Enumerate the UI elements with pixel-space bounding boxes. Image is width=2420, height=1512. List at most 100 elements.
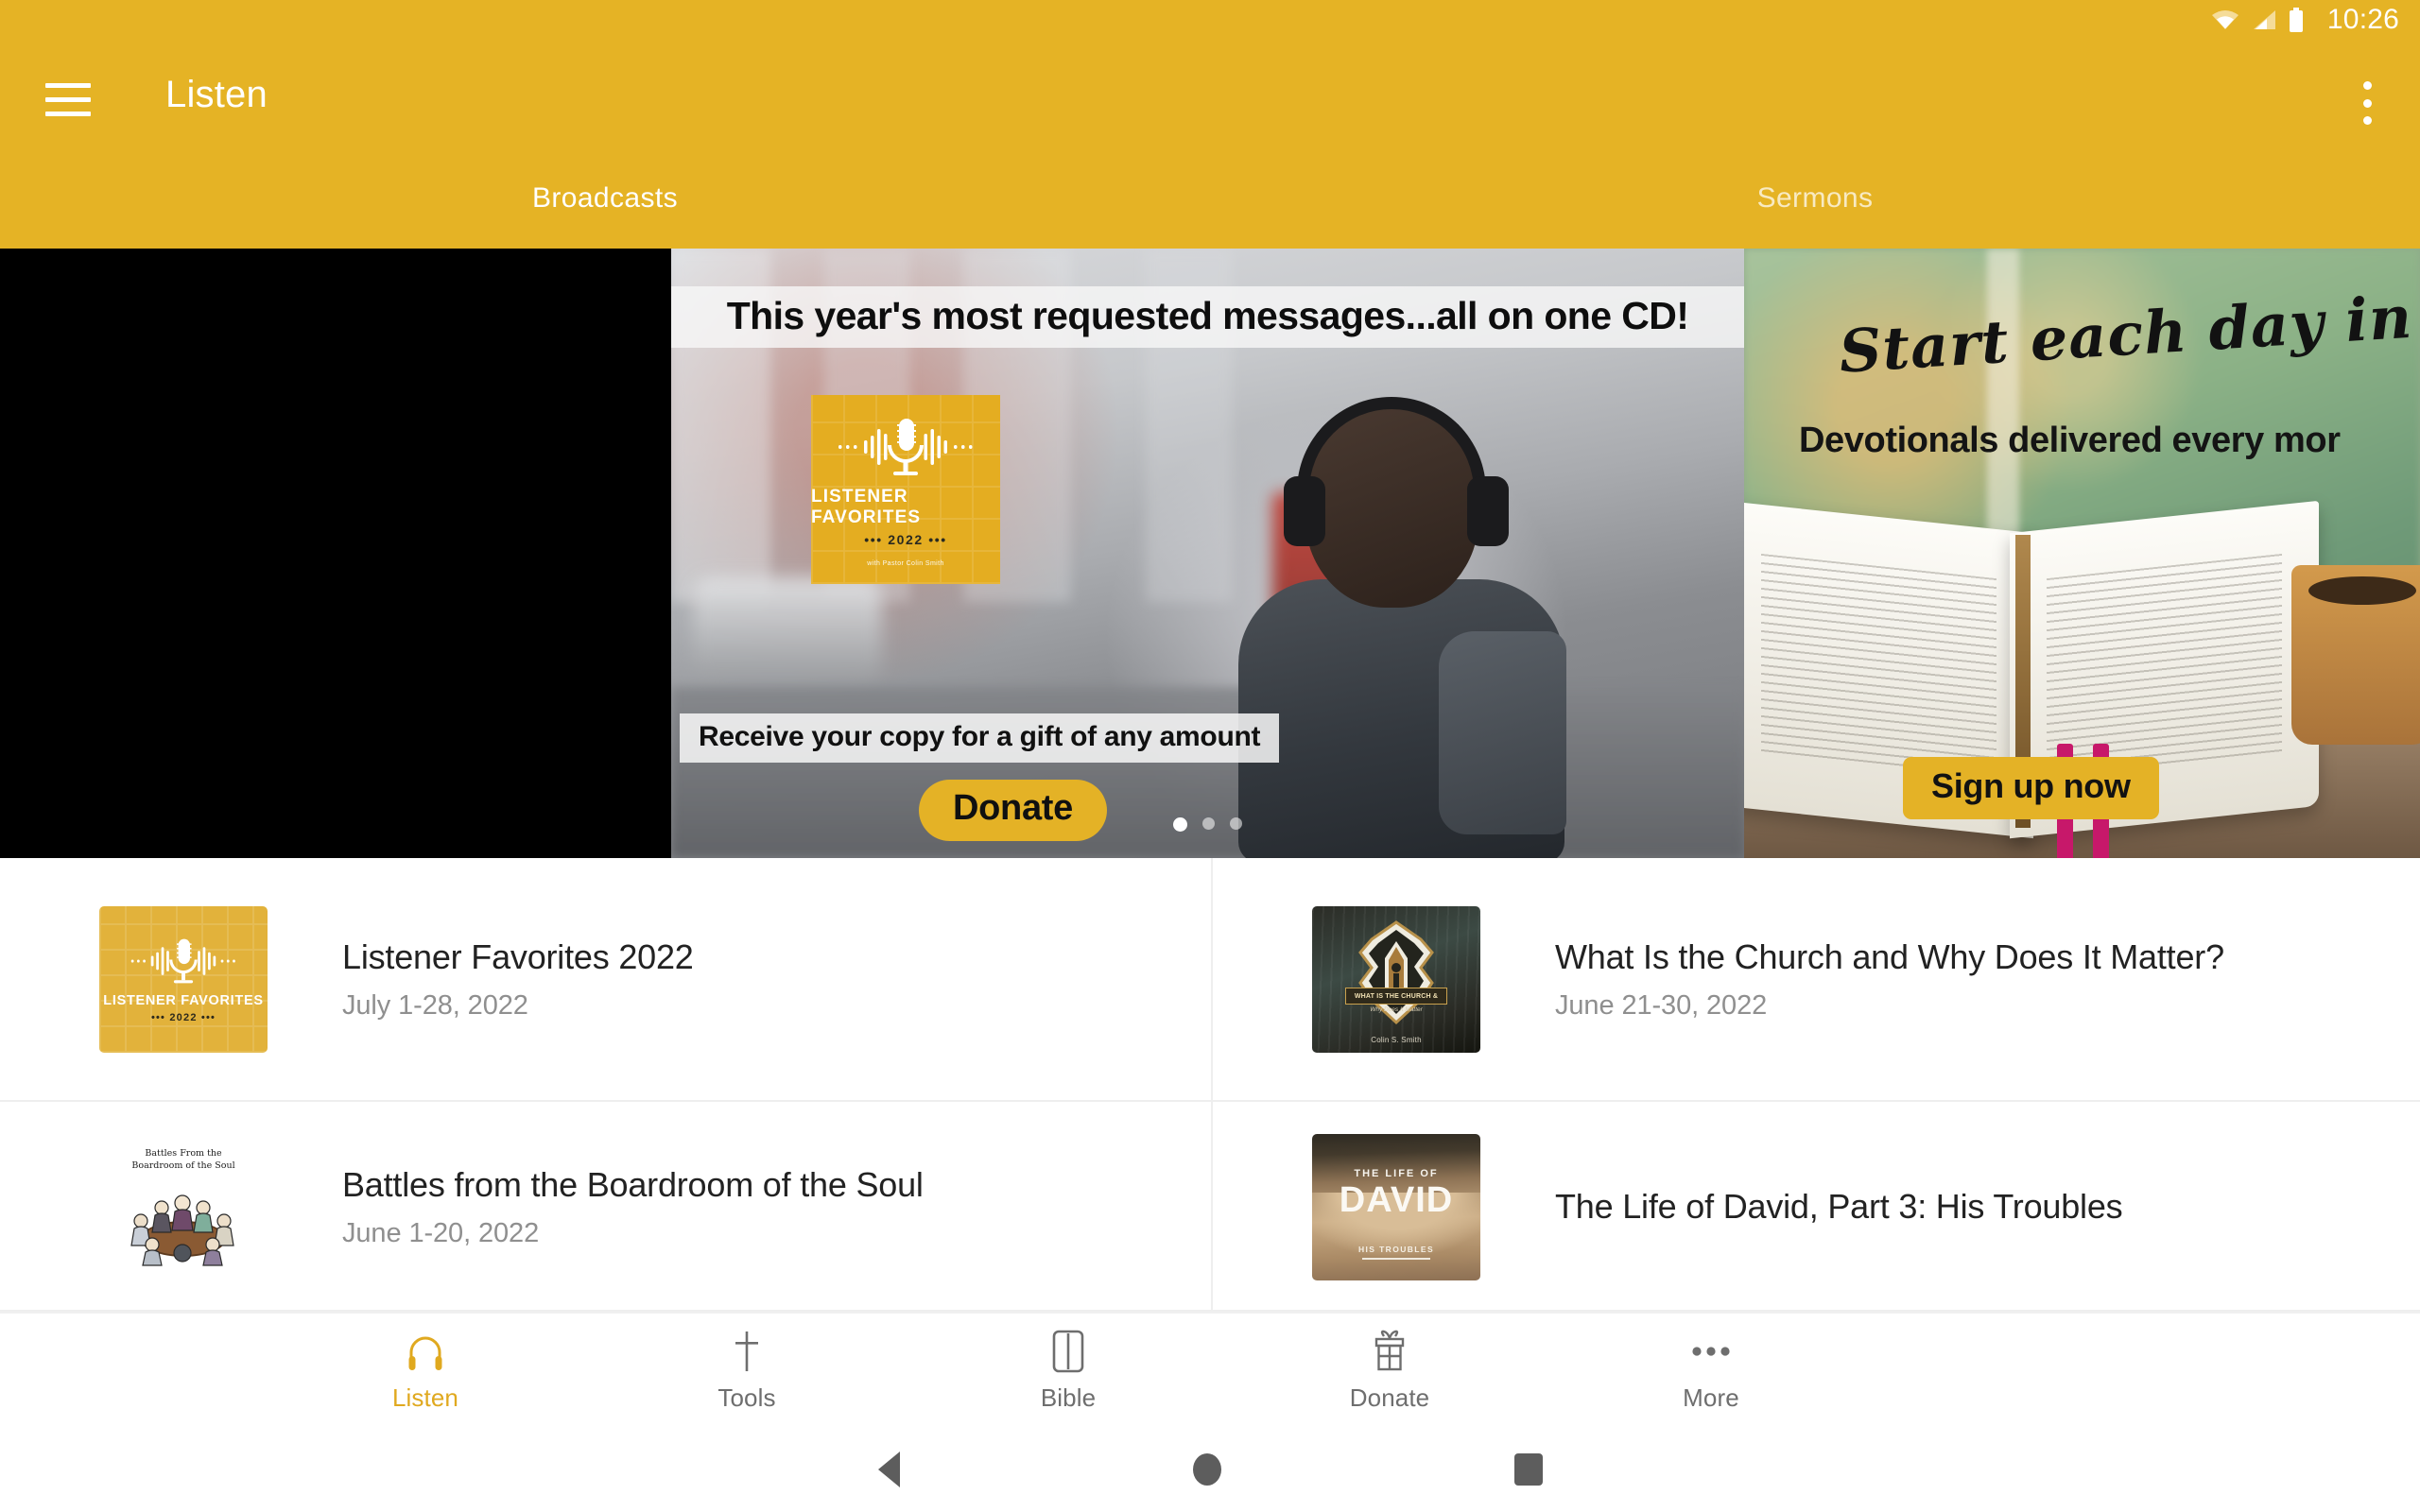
list-item-date: July 1-28, 2022 bbox=[342, 989, 528, 1021]
nav-label-donate: Donate bbox=[1349, 1383, 1430, 1412]
tab-sermons[interactable]: Sermons bbox=[1210, 154, 2420, 249]
coffee-mug bbox=[2291, 565, 2420, 746]
more-vertical-icon[interactable] bbox=[2350, 81, 2384, 125]
thumbnail-caption-line2: Boardroom of the Soul bbox=[131, 1160, 235, 1172]
thumbnail-art: THE LIFE OF DAVID HIS TROUBLES bbox=[1312, 1133, 1480, 1280]
ellipsis-icon bbox=[1690, 1329, 1732, 1374]
list-item[interactable]: Battles From the Boardroom of the Soul B… bbox=[0, 1102, 1211, 1312]
signup-button[interactable]: Sign up now bbox=[1903, 757, 2159, 819]
nav-item-donate[interactable]: Donate bbox=[1229, 1329, 1550, 1413]
nav-label-listen: Listen bbox=[392, 1383, 458, 1412]
list-item[interactable]: LISTENER FAVORITES ••• 2022 ••• Listener… bbox=[0, 858, 1211, 1100]
status-icons: 10:26 bbox=[2211, 4, 2399, 36]
nav-label-bible: Bible bbox=[1040, 1383, 1097, 1412]
battery-icon bbox=[2289, 8, 2304, 32]
gift-icon bbox=[1372, 1329, 1408, 1374]
hamburger-bar bbox=[45, 112, 91, 116]
thumbnail-author: Colin S. Smith bbox=[1371, 1035, 1422, 1044]
thumbnail-title: DAVID bbox=[1339, 1179, 1454, 1220]
hamburger-bar bbox=[45, 83, 91, 88]
app-root: 10:26 Listen Broadcasts Sermons LISTENER… bbox=[0, 0, 2420, 1512]
listener-favorites-thumbnail: LISTENER FAVORITES ••• 2022 ••• bbox=[45, 905, 321, 1053]
man-backpack bbox=[1439, 630, 1567, 834]
list-item-text: Listener Favorites 2022 July 1-28, 2022 bbox=[342, 937, 694, 1022]
thumbnail-year: ••• 2022 ••• bbox=[150, 1012, 216, 1023]
listener-favorites-cd-art: LISTENER FAVORITES ••• 2022 ••• with Pas… bbox=[811, 395, 1000, 584]
list-item-title: Battles from the Boardroom of the Soul bbox=[342, 1164, 924, 1204]
list-item[interactable]: THE LIFE OF DAVID HIS TROUBLES The Life … bbox=[1213, 1102, 2420, 1312]
cd-art-title: LISTENER FAVORITES bbox=[811, 486, 922, 527]
overflow-dot bbox=[2362, 98, 2372, 108]
nav-item-listen[interactable]: Listen bbox=[265, 1329, 586, 1413]
broadcast-list: LISTENER FAVORITES ••• 2022 ••• Listener… bbox=[0, 858, 2420, 1312]
nav-item-tools[interactable]: Tools bbox=[586, 1329, 908, 1413]
thumbnail-art: Battles From the Boardroom of the Soul bbox=[99, 1133, 268, 1280]
carousel-dot-2[interactable] bbox=[1202, 817, 1215, 830]
microphone-waveform-icon bbox=[128, 935, 239, 988]
tab-broadcasts[interactable]: Broadcasts bbox=[0, 154, 1210, 249]
headphone-cup-right bbox=[1467, 475, 1510, 546]
overflow-dot bbox=[2362, 81, 2372, 90]
list-item-text: What Is the Church and Why Does It Matte… bbox=[1555, 937, 2224, 1022]
carousel-dot-1[interactable] bbox=[1173, 817, 1187, 832]
man-with-headphones-illustration bbox=[1229, 395, 1635, 858]
bible-text-lines bbox=[1760, 553, 1996, 780]
system-navigation-bar bbox=[0, 1427, 2420, 1512]
banner-subheadline-text: Receive your copy for a gift of any amou… bbox=[699, 721, 1261, 752]
carousel-dot-3[interactable] bbox=[1230, 817, 1242, 830]
page-title: Listen bbox=[165, 74, 268, 115]
banner-carousel[interactable]: LISTENER FAVORITES ••• 2022 ••• with Pas… bbox=[0, 249, 2420, 858]
overflow-dot bbox=[2362, 116, 2372, 125]
hamburger-menu-icon[interactable] bbox=[45, 83, 91, 116]
thumbnail-subtitle: HIS TROUBLES bbox=[1312, 1245, 1480, 1260]
home-circle-icon[interactable] bbox=[1192, 1453, 1221, 1486]
microphone-waveform-icon bbox=[835, 413, 977, 481]
headphones-icon bbox=[406, 1329, 445, 1374]
banner-donate-button[interactable]: Donate bbox=[919, 780, 1107, 841]
nav-item-bible[interactable]: Bible bbox=[908, 1329, 1229, 1413]
recents-square-icon[interactable] bbox=[1513, 1453, 1543, 1486]
banner-blur-car bbox=[692, 577, 882, 682]
life-of-david-thumbnail: THE LIFE OF DAVID HIS TROUBLES bbox=[1258, 1133, 1534, 1280]
list-item-text: The Life of David, Part 3: His Troubles bbox=[1555, 1187, 2123, 1227]
banner-headline-text: This year's most requested messages...al… bbox=[726, 294, 1689, 337]
cd-art-year: ••• 2022 ••• bbox=[864, 531, 947, 547]
list-item-date: June 1-20, 2022 bbox=[342, 1217, 540, 1248]
signup-label: Sign up now bbox=[1931, 766, 2131, 805]
wifi-icon bbox=[2211, 9, 2239, 31]
status-time: 10:26 bbox=[2326, 4, 2399, 35]
cd-art-byline: with Pastor Colin Smith bbox=[867, 559, 944, 567]
list-item-title: Listener Favorites 2022 bbox=[342, 936, 694, 976]
devotionals-banner[interactable]: Start each day in C Devotionals delivere… bbox=[1744, 249, 2420, 858]
cd-art-content: LISTENER FAVORITES ••• 2022 ••• with Pas… bbox=[811, 395, 1000, 584]
back-triangle-icon[interactable] bbox=[877, 1452, 900, 1487]
nav-label-tools: Tools bbox=[717, 1383, 776, 1412]
thumbnail-art: WHAT IS THE CHURCH & Why Does It Matter … bbox=[1312, 905, 1480, 1053]
thumbnail-caption: Battles From the Boardroom of the Soul bbox=[99, 1147, 268, 1174]
cell-signal-icon bbox=[2252, 9, 2276, 31]
battles-boardroom-thumbnail: Battles From the Boardroom of the Soul bbox=[45, 1133, 321, 1280]
carousel-dots bbox=[671, 817, 1744, 832]
thumbnail-title: LISTENER FAVORITES bbox=[103, 993, 264, 1008]
banner-previous-slide[interactable] bbox=[0, 249, 671, 858]
cross-icon bbox=[727, 1329, 767, 1374]
status-bar: 10:26 bbox=[0, 0, 2420, 40]
thumbnail-eyebrow: THE LIFE OF bbox=[1354, 1167, 1439, 1179]
list-item-text: Battles from the Boardroom of the Soul J… bbox=[342, 1165, 924, 1249]
bible-text-lines bbox=[2046, 553, 2282, 780]
list-item-title: What Is the Church and Why Does It Matte… bbox=[1555, 936, 2224, 976]
list-item-title: The Life of David, Part 3: His Troubles bbox=[1555, 1187, 2123, 1226]
bottom-navigation: Listen Tools Bible Donate More bbox=[0, 1312, 2420, 1427]
list-item-date: June 21-30, 2022 bbox=[1555, 989, 1768, 1021]
banner-subheadline: Receive your copy for a gift of any amou… bbox=[680, 713, 1280, 763]
nav-label-more: More bbox=[1683, 1383, 1739, 1412]
tab-bar: Broadcasts Sermons bbox=[0, 154, 2420, 249]
headphone-cup-left bbox=[1284, 475, 1326, 546]
thumbnail-caption-line1: Battles From the bbox=[145, 1147, 222, 1159]
book-icon bbox=[1052, 1329, 1084, 1374]
nav-item-more[interactable]: More bbox=[1550, 1329, 1872, 1413]
listener-favorites-banner[interactable]: LISTENER FAVORITES ••• 2022 ••• with Pas… bbox=[671, 249, 1744, 858]
thumbnail-banner-text: WHAT IS THE CHURCH & bbox=[1345, 988, 1447, 1005]
list-item[interactable]: WHAT IS THE CHURCH & Why Does It Matter … bbox=[1213, 858, 2420, 1100]
banner-headline: This year's most requested messages...al… bbox=[671, 286, 1744, 348]
